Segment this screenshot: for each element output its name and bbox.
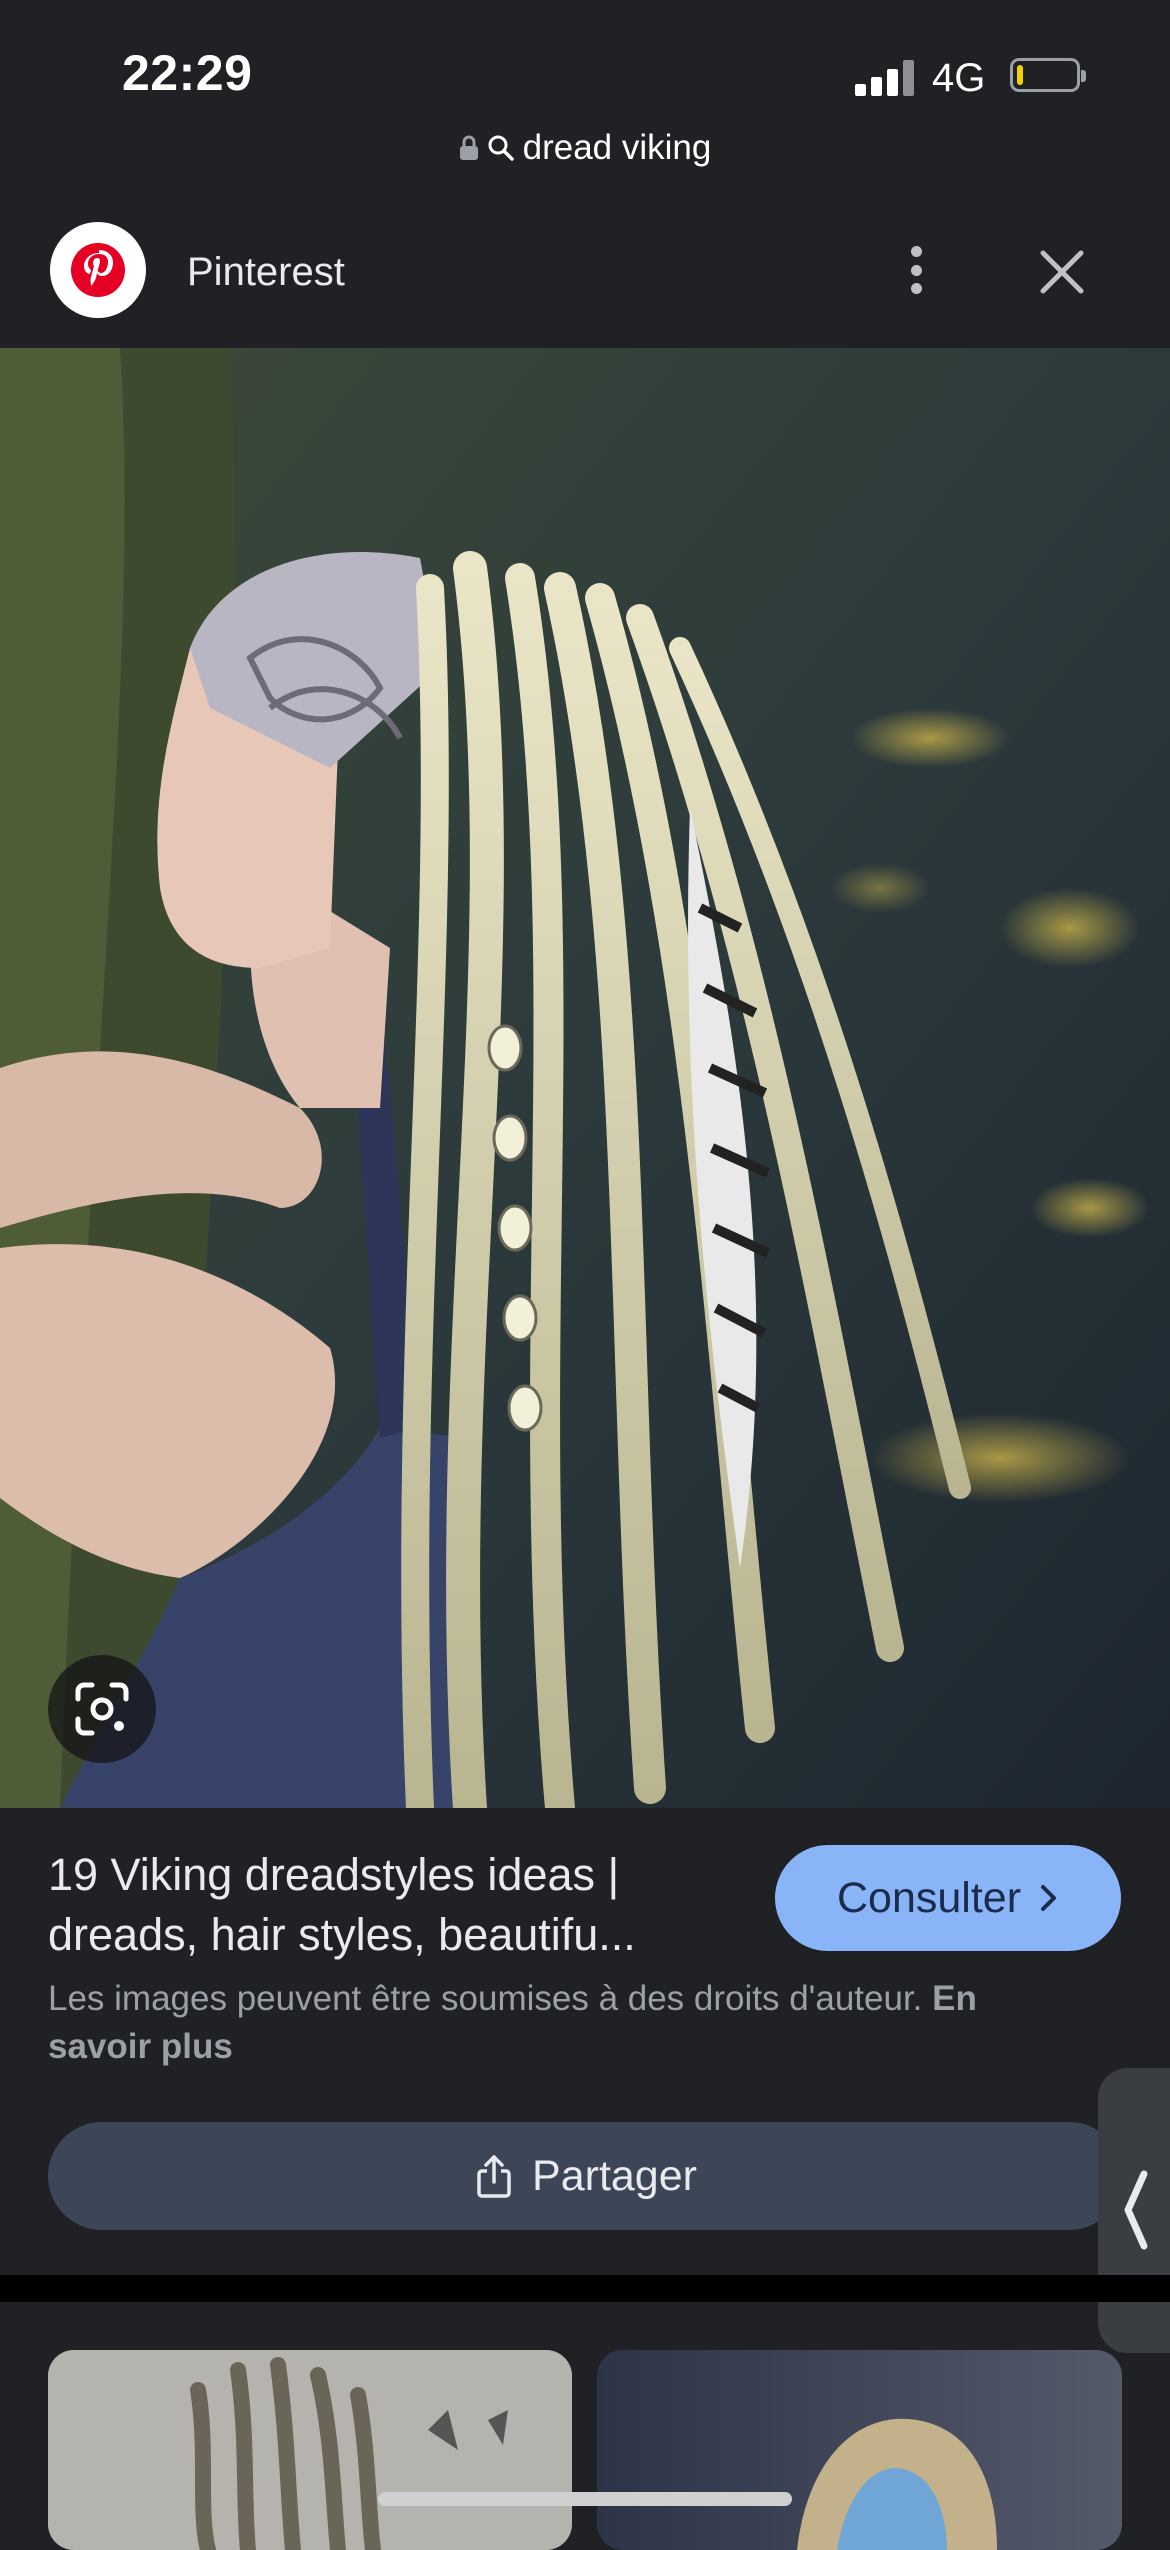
related-image-1[interactable] — [48, 2350, 572, 2550]
visit-button-label: Consulter — [836, 1873, 1022, 1922]
status-time: 22:29 — [122, 45, 253, 101]
site-name[interactable]: Pinterest — [187, 250, 345, 295]
side-panel-handle[interactable] — [1098, 2068, 1170, 2353]
pinterest-logo-icon — [50, 222, 146, 318]
network-type: 4G — [932, 56, 986, 100]
battery-icon — [1010, 58, 1086, 92]
search-query: dread viking — [522, 128, 712, 167]
chevron-right-icon — [1041, 1885, 1057, 1911]
copyright-text: Les images peuvent être soumises à des d… — [48, 1979, 923, 2018]
lens-icon — [75, 1682, 129, 1736]
more-vertical-icon — [910, 246, 922, 257]
related-thumbnail-1 — [48, 2350, 572, 2550]
close-icon[interactable] — [1035, 245, 1089, 299]
share-button[interactable]: Partager — [48, 2122, 1123, 2230]
viking-dreads-photo — [0, 348, 1170, 1808]
share-icon — [477, 2155, 511, 2198]
lock-icon — [459, 135, 478, 160]
section-divider — [0, 2275, 1170, 2302]
battery-level — [1017, 65, 1023, 85]
more-options-button[interactable] — [890, 238, 942, 302]
result-title-line2: dreads, hair styles, beautifu... — [48, 1909, 636, 1960]
signal-icon — [855, 60, 915, 96]
url-bar[interactable]: dread viking — [0, 125, 1170, 171]
related-image-2[interactable] — [597, 2350, 1122, 2550]
result-header: Pinterest — [0, 210, 1170, 340]
visit-button[interactable]: Consulter — [775, 1845, 1121, 1951]
main-image[interactable] — [0, 348, 1170, 1808]
chevron-left-icon — [1124, 2170, 1148, 2250]
status-bar: 22:29 4G — [0, 0, 1170, 130]
search-icon — [488, 135, 514, 161]
google-lens-button[interactable] — [48, 1655, 156, 1763]
related-thumbnail-2 — [597, 2350, 1122, 2550]
result-title[interactable]: 19 Viking dreadstyles ideas | dreads, ha… — [48, 1845, 738, 1965]
result-title-line1: 19 Viking dreadstyles ideas | — [48, 1849, 620, 1900]
copyright-notice: Les images peuvent être soumises à des d… — [48, 1975, 1048, 2071]
home-indicator[interactable] — [378, 2492, 792, 2506]
share-button-label: Partager — [532, 2151, 697, 2200]
